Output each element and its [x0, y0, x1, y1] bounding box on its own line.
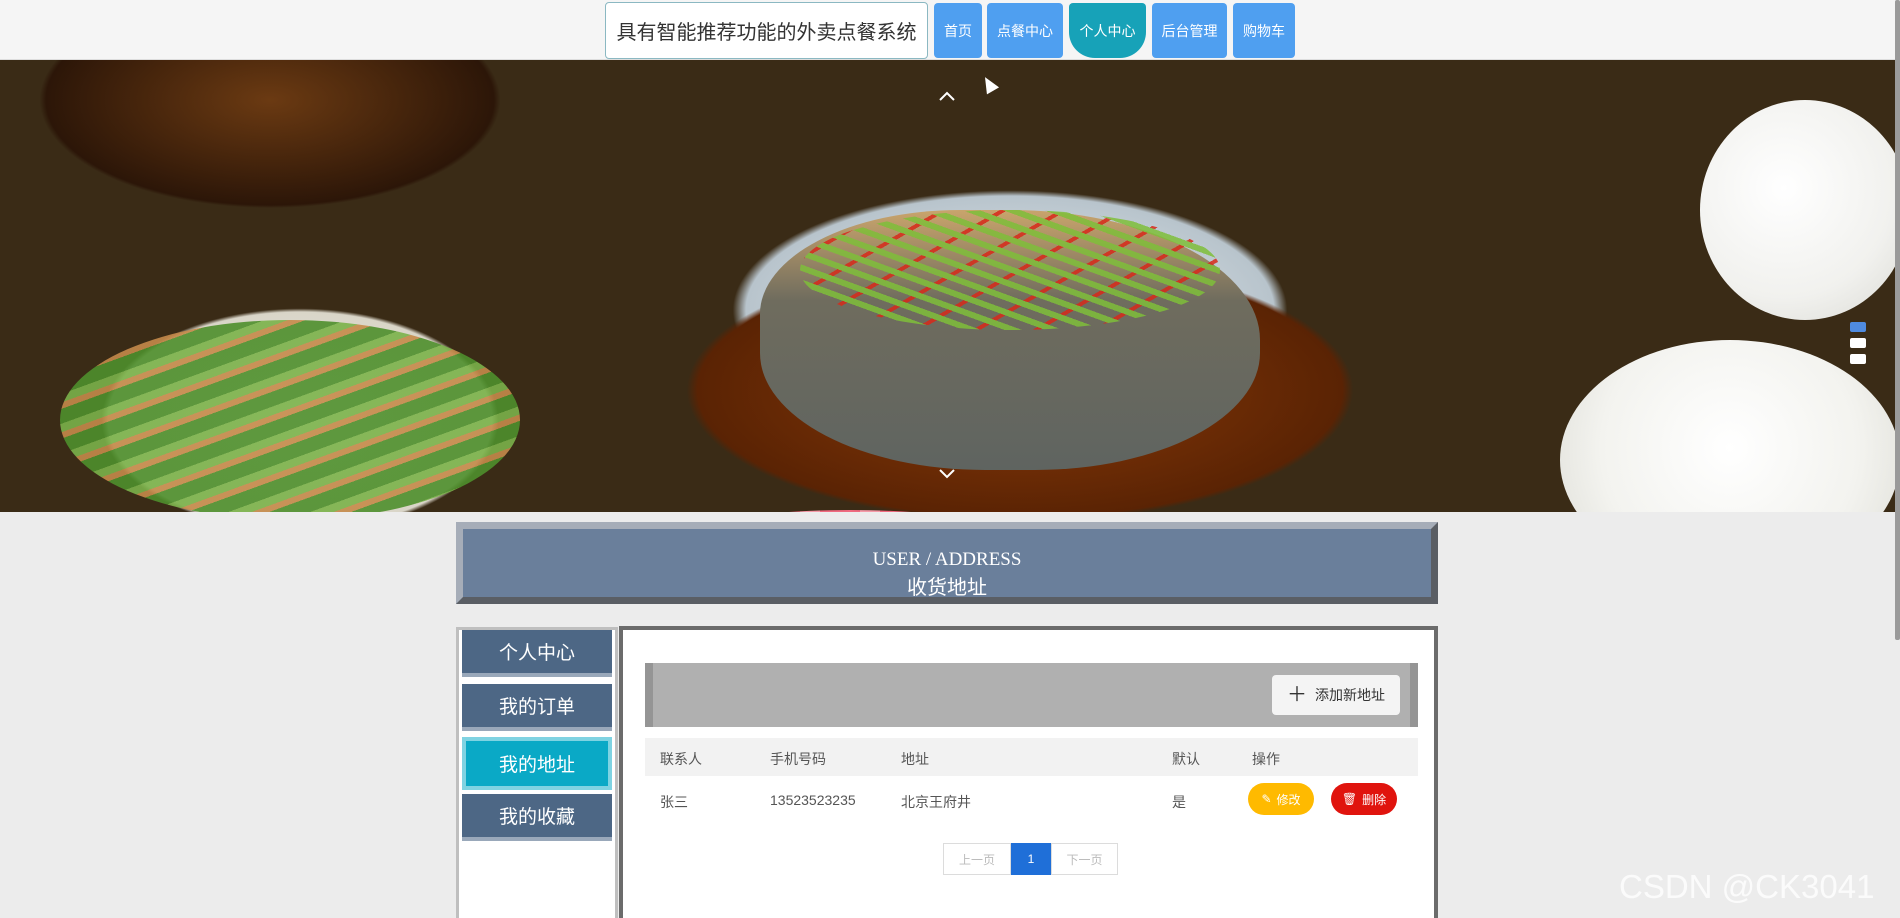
banner-fish-garnish — [800, 210, 1220, 330]
user-sidebar: 个人中心 我的订单 我的地址 我的收藏 — [456, 627, 618, 918]
pagination-next[interactable]: 下一页 — [1051, 843, 1118, 875]
banner-rice-bowl — [1700, 100, 1900, 320]
carousel-indicator[interactable] — [1850, 338, 1866, 348]
carousel-indicator[interactable] — [1850, 322, 1866, 332]
watermark: CSDN @CK3041 — [1619, 868, 1875, 905]
sidebar-item-my-address[interactable]: 我的地址 — [462, 737, 612, 790]
address-panel: ＋ 添加新地址 联系人 手机号码 地址 默认 操作 张三 13523523235… — [619, 626, 1438, 918]
cell-address: 北京王府井 — [901, 794, 971, 810]
page-title-en: USER / ADDRESS — [872, 549, 1022, 570]
nav-cart[interactable]: 购物车 — [1233, 3, 1295, 58]
column-header-address: 地址 — [901, 751, 929, 767]
plus-icon: ＋ — [1287, 684, 1307, 706]
cell-default: 是 — [1172, 794, 1186, 810]
sidebar-item-user-center[interactable]: 个人中心 — [462, 630, 612, 677]
carousel-indicator[interactable] — [1850, 354, 1866, 364]
page-scrollbar[interactable] — [1895, 0, 1900, 640]
address-toolbar: ＋ 添加新地址 — [645, 663, 1418, 727]
column-header-actions: 操作 — [1252, 751, 1280, 767]
nav-admin[interactable]: 后台管理 — [1152, 3, 1227, 58]
carousel-indicators — [1850, 322, 1870, 364]
sidebar-item-my-favorites[interactable]: 我的收藏 — [462, 794, 612, 841]
banner-green-bean-dish — [60, 320, 520, 512]
top-nav-bar: 具有智能推荐功能的外卖点餐系统 首页 点餐中心 个人中心 后台管理 购物车 — [0, 0, 1900, 60]
site-title: 具有智能推荐功能的外卖点餐系统 — [605, 2, 928, 59]
pencil-icon: ✎ — [1261, 792, 1272, 806]
chevron-down-icon[interactable] — [935, 462, 959, 486]
edit-label: 修改 — [1276, 792, 1301, 807]
trash-icon: 🗑 — [1341, 792, 1358, 806]
chevron-up-icon[interactable] — [935, 84, 959, 108]
nav-home[interactable]: 首页 — [934, 3, 982, 58]
banner-rice-bowl — [1560, 340, 1900, 512]
pagination-prev[interactable]: 上一页 — [943, 843, 1011, 875]
edit-button[interactable]: ✎ 修改 — [1248, 783, 1314, 815]
delete-label: 删除 — [1362, 792, 1387, 807]
table-header: 联系人 手机号码 地址 默认 操作 — [645, 738, 1418, 776]
page-header: USER / ADDRESS 收货地址 — [456, 522, 1438, 604]
column-header-default: 默认 — [1172, 751, 1200, 767]
nav-user-center[interactable]: 个人中心 — [1069, 3, 1146, 58]
pagination-page-1[interactable]: 1 — [1011, 843, 1051, 875]
column-header-phone: 手机号码 — [770, 751, 826, 767]
column-header-contact: 联系人 — [660, 751, 702, 767]
cell-contact: 张三 — [660, 794, 688, 810]
page-title: 收货地址 — [907, 577, 987, 599]
banner-carousel — [0, 60, 1900, 512]
add-address-label: 添加新地址 — [1315, 687, 1385, 703]
nav-order-center[interactable]: 点餐中心 — [987, 3, 1063, 58]
sidebar-item-my-orders[interactable]: 我的订单 — [462, 684, 612, 731]
cell-phone: 13523523235 — [770, 792, 856, 808]
add-address-button[interactable]: ＋ 添加新地址 — [1272, 675, 1400, 715]
delete-button[interactable]: 🗑 删除 — [1331, 783, 1397, 815]
